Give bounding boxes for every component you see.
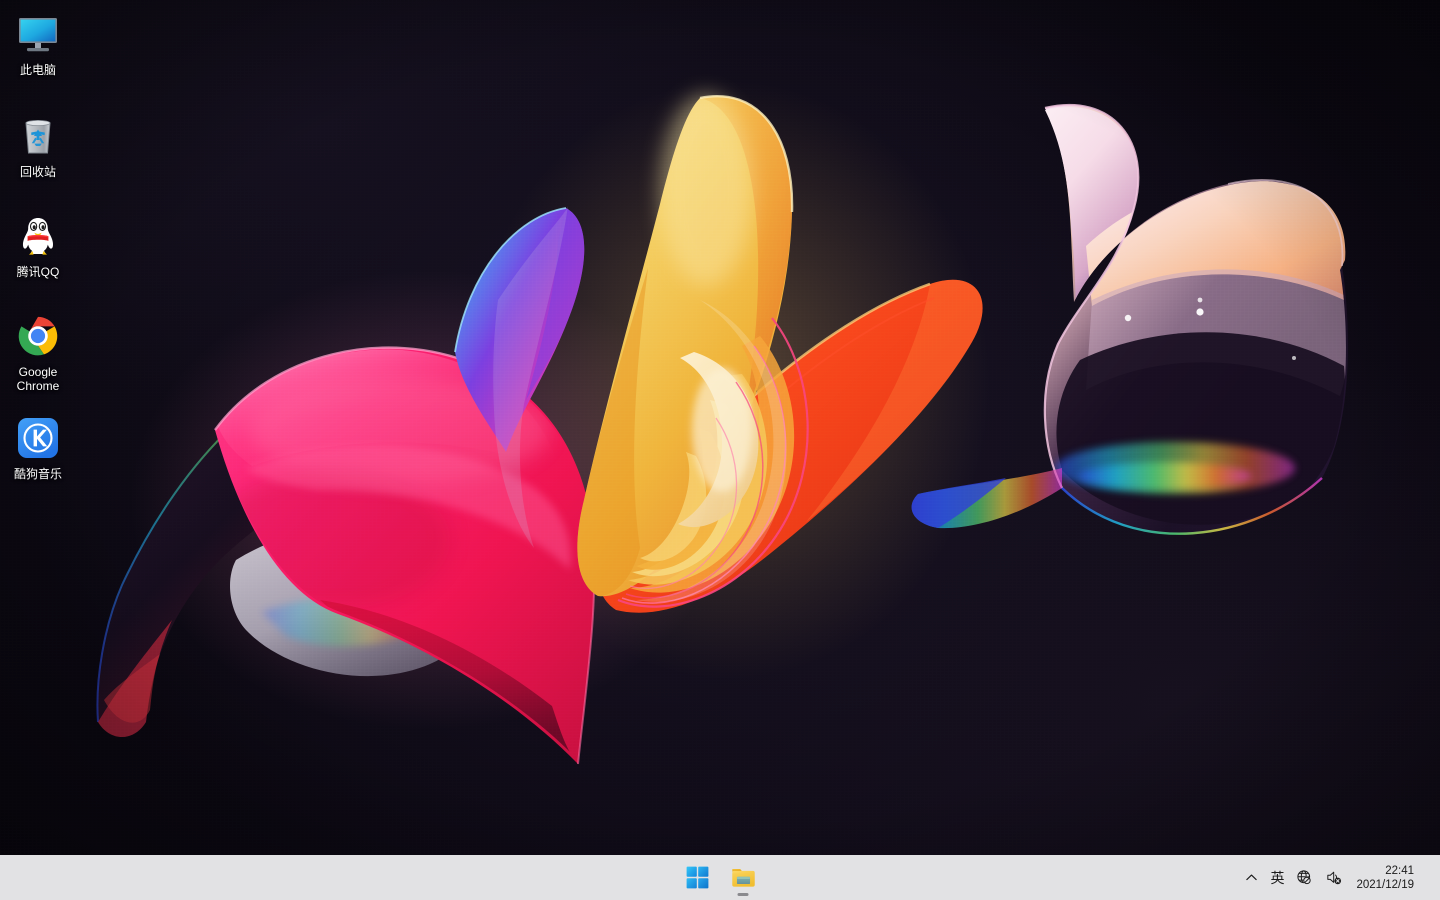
desktop[interactable]: 此电脑 回收站 腾讯QQ Google Chrome 酷狗音乐 英 22:41 … bbox=[0, 0, 1440, 900]
desktop-wallpaper bbox=[0, 0, 1440, 900]
desktop-icon-kugou-music[interactable]: 酷狗音乐 bbox=[2, 414, 74, 481]
start-button[interactable] bbox=[677, 858, 717, 898]
globe-no-internet-icon bbox=[1297, 870, 1312, 885]
system-tray: 英 22:41 2021/12/19 bbox=[1238, 855, 1440, 900]
windows-logo-icon bbox=[686, 866, 708, 889]
desktop-icon-label: Google Chrome bbox=[16, 365, 60, 393]
ime-label: 英 bbox=[1270, 869, 1285, 886]
desktop-icon-recycle-bin[interactable]: 回收站 bbox=[2, 112, 74, 179]
desktop-icon-tencent-qq[interactable]: 腾讯QQ bbox=[2, 212, 74, 279]
desktop-icon-layer: 此电脑 回收站 腾讯QQ Google Chrome 酷狗音乐 bbox=[0, 0, 160, 860]
kugou-music-icon bbox=[14, 414, 62, 462]
recycle-bin-icon bbox=[14, 112, 62, 160]
desktop-icon-label: 回收站 bbox=[19, 165, 56, 179]
taskbar-center-group bbox=[677, 855, 763, 900]
file-explorer-button[interactable] bbox=[723, 858, 763, 898]
google-chrome-icon bbox=[14, 312, 62, 360]
clock-button[interactable]: 22:41 2021/12/19 bbox=[1348, 858, 1424, 898]
desktop-icon-google-chrome[interactable]: Google Chrome bbox=[2, 312, 74, 393]
running-indicator bbox=[737, 892, 749, 896]
ime-indicator[interactable]: 英 bbox=[1264, 860, 1290, 896]
this-pc-monitor-icon bbox=[14, 10, 62, 58]
desktop-icon-label: 腾讯QQ bbox=[16, 265, 60, 279]
volume-button[interactable] bbox=[1319, 860, 1348, 896]
desktop-icon-label: 此电脑 bbox=[19, 63, 56, 77]
show-desktop-button[interactable] bbox=[1424, 855, 1432, 900]
chevron-up-icon bbox=[1246, 874, 1257, 881]
clock-time: 22:41 bbox=[1385, 864, 1414, 877]
desktop-icon-label: 酷狗音乐 bbox=[13, 467, 62, 481]
file-explorer-icon bbox=[731, 869, 755, 887]
tencent-qq-icon bbox=[14, 212, 62, 260]
taskbar[interactable]: 英 22:41 2021/12/19 bbox=[0, 855, 1440, 900]
speaker-muted-icon bbox=[1327, 871, 1342, 885]
network-status-button[interactable] bbox=[1290, 860, 1319, 896]
desktop-icon-this-pc[interactable]: 此电脑 bbox=[2, 10, 74, 77]
clock-date: 2021/12/19 bbox=[1356, 878, 1414, 891]
show-hidden-icons-button[interactable] bbox=[1238, 860, 1264, 896]
